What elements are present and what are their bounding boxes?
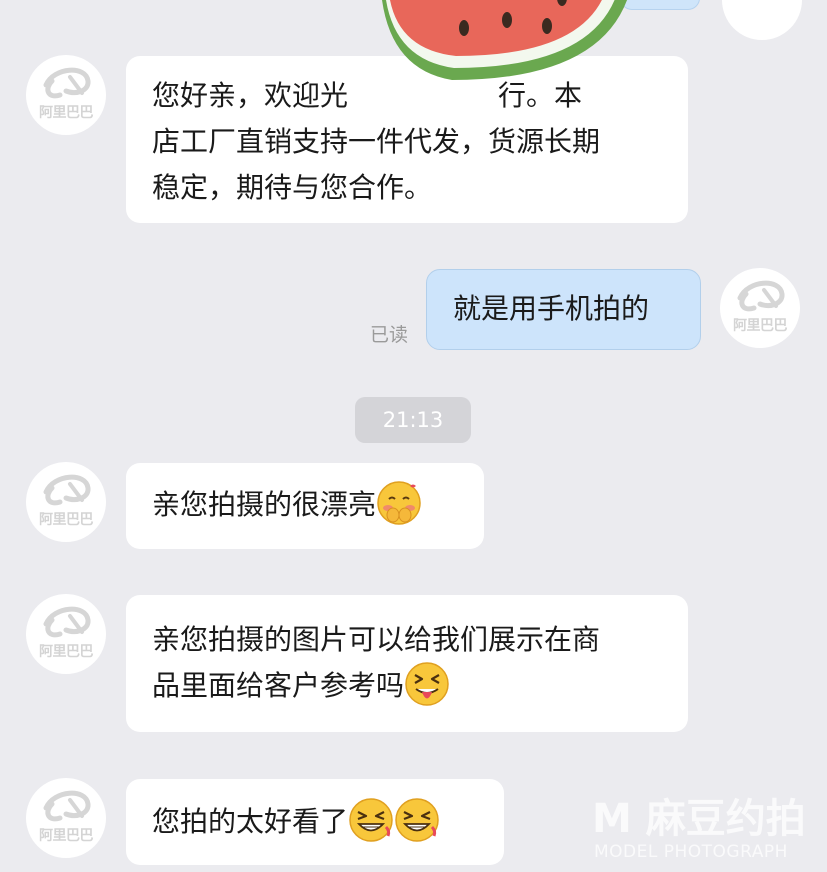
watermark-main-text: M 麻豆约拍	[592, 796, 806, 842]
alibaba-logo-icon	[43, 790, 91, 822]
avatar-logo-text: 阿里巴巴	[39, 644, 94, 660]
avatar[interactable]: 阿里巴巴	[26, 594, 106, 674]
laughing-emoji	[395, 798, 439, 842]
avatar-partial[interactable]	[722, 0, 802, 40]
read-status: 已读	[370, 324, 409, 346]
avatar-logo-text: 阿里巴巴	[39, 828, 94, 844]
message-text: 品里面给客户参考吗	[152, 669, 405, 702]
alibaba-logo-icon	[43, 474, 91, 506]
shy-blush-emoji	[377, 481, 421, 525]
message-bubble-received[interactable]: 亲您拍摄的图片可以给我们展示在商 品里面给客户参考吗	[126, 595, 688, 732]
avatar[interactable]: 阿里巴巴	[26, 55, 106, 135]
message-line: 稳定，期待与您合作。	[152, 171, 433, 204]
message-line: 您拍的太好看了	[152, 798, 478, 846]
alibaba-logo-icon	[43, 67, 91, 99]
message-text: 您拍的太好看了	[152, 805, 349, 838]
avatar[interactable]: 阿里巴巴	[720, 268, 800, 348]
message-line: 品里面给客户参考吗	[152, 662, 662, 710]
avatar-logo-text: 阿里巴巴	[39, 105, 94, 121]
tongue-out-emoji	[405, 662, 449, 706]
message-bubble-received[interactable]: 亲您拍摄的很漂亮	[126, 463, 484, 549]
avatar[interactable]: 阿里巴巴	[26, 462, 106, 542]
message-text: 亲您拍摄的很漂亮	[152, 488, 377, 521]
message-bubble-received[interactable]: 您拍的太好看了	[126, 779, 504, 865]
message-line: 亲您拍摄的很漂亮	[152, 481, 458, 529]
timestamp-pill: 21:13	[355, 397, 471, 443]
message-line: 店工厂直销支持一件代发，货源长期	[152, 125, 601, 158]
watermelon-sticker-icon	[382, 0, 627, 80]
message-text: 您好亲，欢迎光	[152, 79, 349, 112]
watermark-sub-text: MODEL PHOTOGRAPH	[594, 842, 788, 862]
avatar[interactable]: 阿里巴巴	[26, 778, 106, 858]
watermark: M 麻豆约拍 MODEL PHOTOGRAPH	[592, 786, 822, 866]
alibaba-logo-icon	[43, 606, 91, 638]
message-line: 就是用手机拍的	[453, 292, 650, 325]
avatar-logo-text: 阿里巴巴	[733, 318, 788, 334]
chat-conversation: 阿里巴巴 您好亲，欢迎光 行。本 店工厂直销支持一件代发，货源长期 稳定，期待与您…	[0, 0, 827, 872]
message-bubble-sent[interactable]: 就是用手机拍的	[426, 269, 701, 350]
message-line: 亲您拍摄的图片可以给我们展示在商	[152, 623, 601, 656]
alibaba-logo-icon	[737, 280, 785, 312]
laughing-emoji	[349, 798, 393, 842]
avatar-logo-text: 阿里巴巴	[39, 512, 94, 528]
